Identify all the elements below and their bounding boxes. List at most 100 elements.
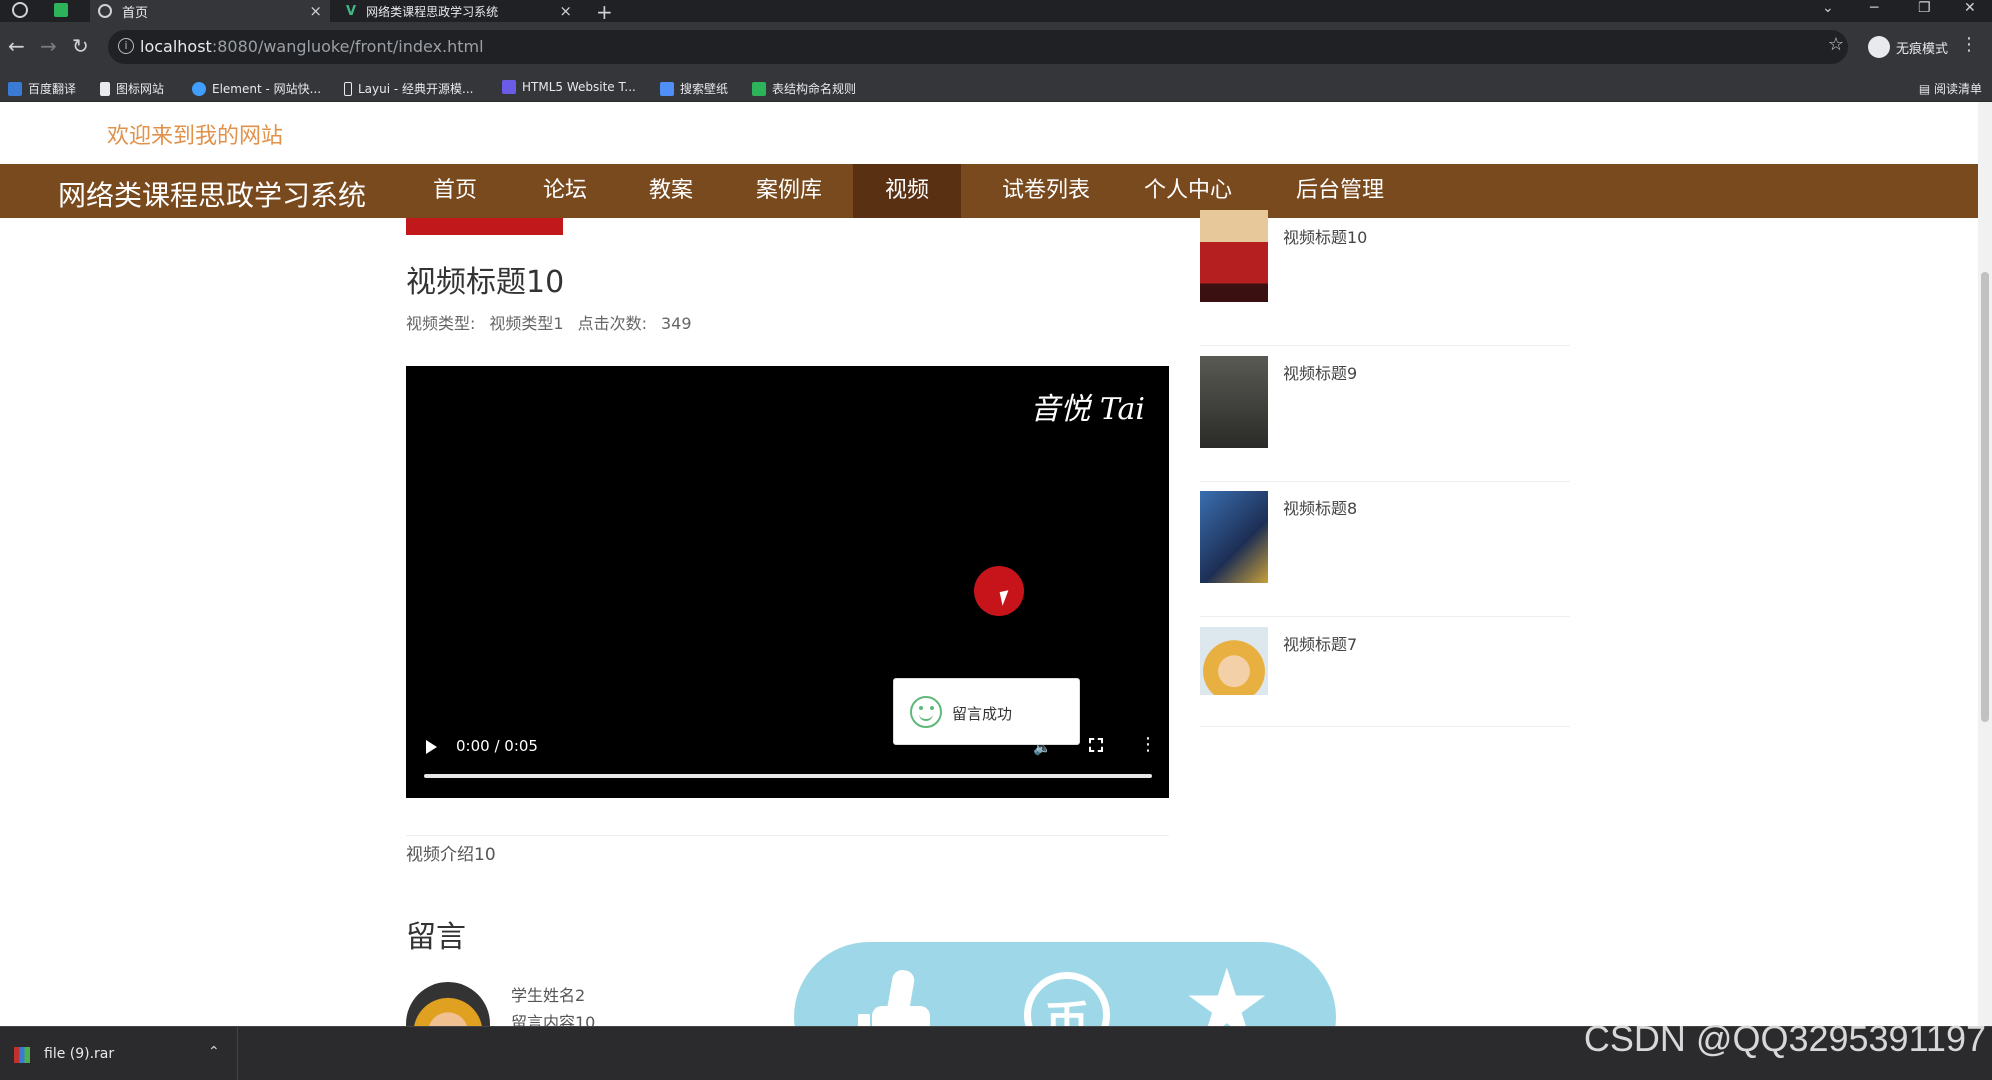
tab-system[interactable]: V 网络类课程思政学习系统 ×: [336, 0, 580, 22]
globe-icon: [98, 4, 112, 18]
bookmark-label: Element - 网站快...: [212, 82, 322, 96]
bookmark-item[interactable]: Layui - 经典开源模...: [344, 80, 473, 97]
tab-home[interactable]: 首页 ×: [90, 0, 330, 22]
video-type-label: 视频类型:: [406, 314, 476, 333]
fullscreen-icon[interactable]: [1089, 738, 1103, 752]
new-tab-button[interactable]: +: [596, 0, 613, 24]
clicks-label: 点击次数:: [577, 314, 647, 333]
translate-icon: [8, 81, 22, 96]
csdn-watermark: CSDN @QQ3295391197: [1583, 1018, 1986, 1059]
site-title[interactable]: 网络类课程思政学习系统: [58, 174, 366, 214]
welcome-text: 欢迎来到我的网站: [107, 124, 284, 149]
reading-list-label: 阅读清单: [1933, 82, 1982, 96]
site-navbar: 网络类课程思政学习系统 首页 论坛 教案 案例库 视频 试卷列表 个人中心 后台…: [0, 164, 1978, 218]
bookmark-item[interactable]: Element - 网站快...: [192, 80, 321, 97]
tab-search-icon[interactable]: ⌄: [1822, 0, 1834, 16]
play-icon[interactable]: [426, 740, 437, 754]
video-thumbnail[interactable]: [1200, 627, 1268, 695]
wallpaper-icon: [660, 81, 674, 96]
reload-icon[interactable]: ↻: [72, 34, 89, 58]
video-thumbnail[interactable]: [1200, 210, 1268, 302]
layui-icon: [344, 81, 352, 96]
video-progress-bar[interactable]: [424, 774, 1152, 778]
bookmark-label: 图标网站: [116, 82, 165, 96]
restore-icon[interactable]: ❐: [1918, 0, 1931, 16]
vue-icon: V: [346, 3, 357, 19]
video-title: 视频标题10: [406, 265, 565, 300]
close-tab-icon[interactable]: ×: [559, 2, 572, 20]
flag-icon: [100, 81, 110, 96]
nav-forum[interactable]: 论坛: [523, 164, 607, 218]
archive-icon: [14, 1047, 30, 1063]
nav-lesson-plans[interactable]: 教案: [629, 164, 713, 218]
html5-icon: [502, 80, 516, 94]
video-meta: 视频类型: 视频类型1 点击次数: 349: [406, 310, 706, 334]
reading-list-icon: ▤: [1918, 82, 1934, 96]
tab-label: 网络类课程思政学习系统: [366, 4, 499, 19]
toast-message: 留言成功: [952, 705, 1013, 723]
video-thumbnail[interactable]: [1200, 356, 1268, 448]
click-indicator: [974, 566, 1024, 616]
bookmark-item[interactable]: 搜索壁纸: [660, 80, 728, 97]
bookmark-label: Layui - 经典开源模...: [358, 82, 474, 96]
sidebar-video-title[interactable]: 视频标题10: [1283, 224, 1367, 248]
app-favicon-icon[interactable]: [54, 3, 68, 17]
bookmark-label: HTML5 Website T...: [522, 80, 636, 94]
nav-home[interactable]: 首页: [413, 164, 497, 218]
sidebar-video-item[interactable]: 视频标题10: [1200, 210, 1570, 346]
video-more-icon[interactable]: ⋮: [1139, 734, 1157, 755]
comment-content: 留言内容10: [511, 1013, 596, 1026]
nav-video[interactable]: 视频: [853, 164, 961, 218]
incognito-badge[interactable]: 无痕模式: [1867, 36, 1948, 58]
page-viewport: 欢迎来到我的网站 网络类课程思政学习系统 首页 论坛 教案 案例库 视频 试卷列…: [0, 102, 1978, 1026]
element-icon: [192, 81, 206, 96]
forward-icon[interactable]: →: [40, 34, 57, 58]
bookmark-item[interactable]: 表结构命名规则: [752, 80, 856, 97]
bookmark-item[interactable]: 百度翻译: [8, 80, 76, 97]
video-intro: 视频介绍10: [406, 845, 496, 865]
bookmark-item[interactable]: HTML5 Website T...: [502, 80, 636, 94]
sidebar-video-title[interactable]: 视频标题7: [1283, 631, 1357, 655]
browser-menu-icon[interactable]: ⋮: [1960, 34, 1978, 55]
sidebar-video-title[interactable]: 视频标题8: [1283, 495, 1357, 519]
browser-toolbar: ← → ↻ i localhost:8080/wangluoke/front/i…: [0, 22, 1992, 74]
divider: [406, 835, 1169, 836]
address-bar[interactable]: i localhost:8080/wangluoke/front/index.h…: [108, 30, 1848, 64]
video-type-value: 视频类型1: [489, 314, 564, 333]
comments-heading: 留言: [406, 920, 466, 955]
nav-case-library[interactable]: 案例库: [737, 164, 841, 218]
comment-author: 学生姓名2: [511, 986, 586, 1005]
sidebar-video-item[interactable]: 视频标题8: [1200, 481, 1570, 617]
video-thumbnail[interactable]: [1200, 491, 1268, 583]
page-scrollbar[interactable]: [1978, 102, 1992, 1026]
sidebar-video-item[interactable]: 视频标题9: [1200, 346, 1570, 482]
download-item[interactable]: file (9).rar ⌃: [0, 1027, 238, 1080]
browser-tab-bar: 首页 × V 网络类课程思政学习系统 × + ⌄ ─ ❐ ✕: [0, 0, 1992, 24]
avatar: [406, 982, 490, 1026]
bookmark-label: 百度翻译: [28, 82, 77, 96]
sidebar-video-item[interactable]: 视频标题7: [1200, 617, 1570, 727]
reading-list[interactable]: ▤ 阅读清单: [1919, 80, 1982, 97]
sidebar-video-title[interactable]: 视频标题9: [1283, 360, 1357, 384]
incognito-label: 无痕模式: [1895, 41, 1948, 57]
chevron-up-icon[interactable]: ⌃: [208, 1044, 220, 1060]
video-time: 0:00 / 0:05: [456, 737, 538, 755]
close-tab-icon[interactable]: ×: [309, 2, 322, 20]
minimize-icon[interactable]: ─: [1870, 0, 1878, 16]
nav-exam-list[interactable]: 试卷列表: [981, 164, 1111, 218]
close-window-icon[interactable]: ✕: [1964, 0, 1976, 16]
bookmark-label: 表结构命名规则: [772, 82, 857, 96]
clicks-value: 349: [661, 314, 692, 333]
video-watermark: 音悦 Tai: [1030, 392, 1145, 427]
url-text[interactable]: localhost:8080/wangluoke/front/index.htm…: [140, 37, 484, 56]
bookmark-star-icon[interactable]: ☆: [1828, 34, 1844, 55]
download-filename: file (9).rar: [44, 1046, 115, 1062]
back-icon[interactable]: ←: [8, 34, 25, 58]
smile-icon: [910, 696, 942, 728]
browser-logo-icon: [12, 2, 28, 18]
site-info-icon[interactable]: i: [118, 38, 134, 54]
bookmark-label: 搜索壁纸: [680, 82, 729, 96]
scrollbar-thumb[interactable]: [1981, 272, 1989, 722]
bookmarks-bar: 百度翻译 图标网站 Element - 网站快... Layui - 经典开源模…: [0, 74, 1992, 102]
bookmark-item[interactable]: 图标网站: [100, 80, 164, 97]
